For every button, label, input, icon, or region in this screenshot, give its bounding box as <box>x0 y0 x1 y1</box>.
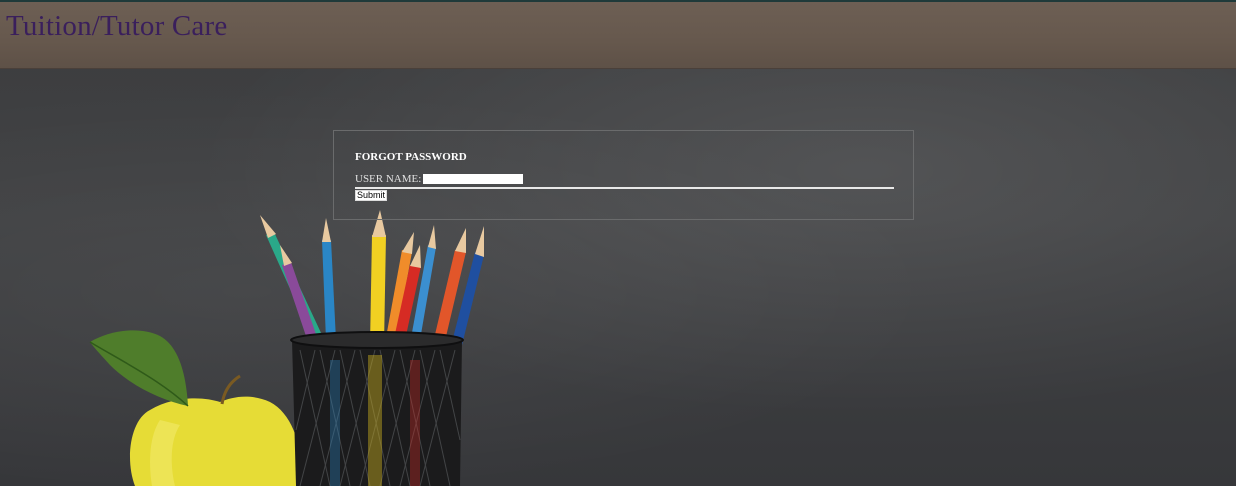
form-heading: FORGOT PASSWORD <box>355 151 467 163</box>
username-input[interactable] <box>423 174 523 184</box>
colored-pencils-icon <box>260 210 484 345</box>
forgot-password-page: Tuition/Tutor Care FORGOT PASSWORD USER … <box>0 0 1236 486</box>
pencil-cup-icon <box>290 331 464 486</box>
submit-button[interactable]: Submit <box>355 190 388 201</box>
site-title: Tuition/Tutor Care <box>6 10 228 42</box>
background-illustration <box>89 210 484 486</box>
apple-icon <box>89 330 302 486</box>
forgot-password-panel: FORGOT PASSWORD USER NAME: Submit <box>333 130 914 220</box>
username-row: USER NAME: <box>355 173 894 189</box>
site-header: Tuition/Tutor Care <box>0 2 1236 69</box>
username-label: USER NAME: <box>355 173 422 185</box>
